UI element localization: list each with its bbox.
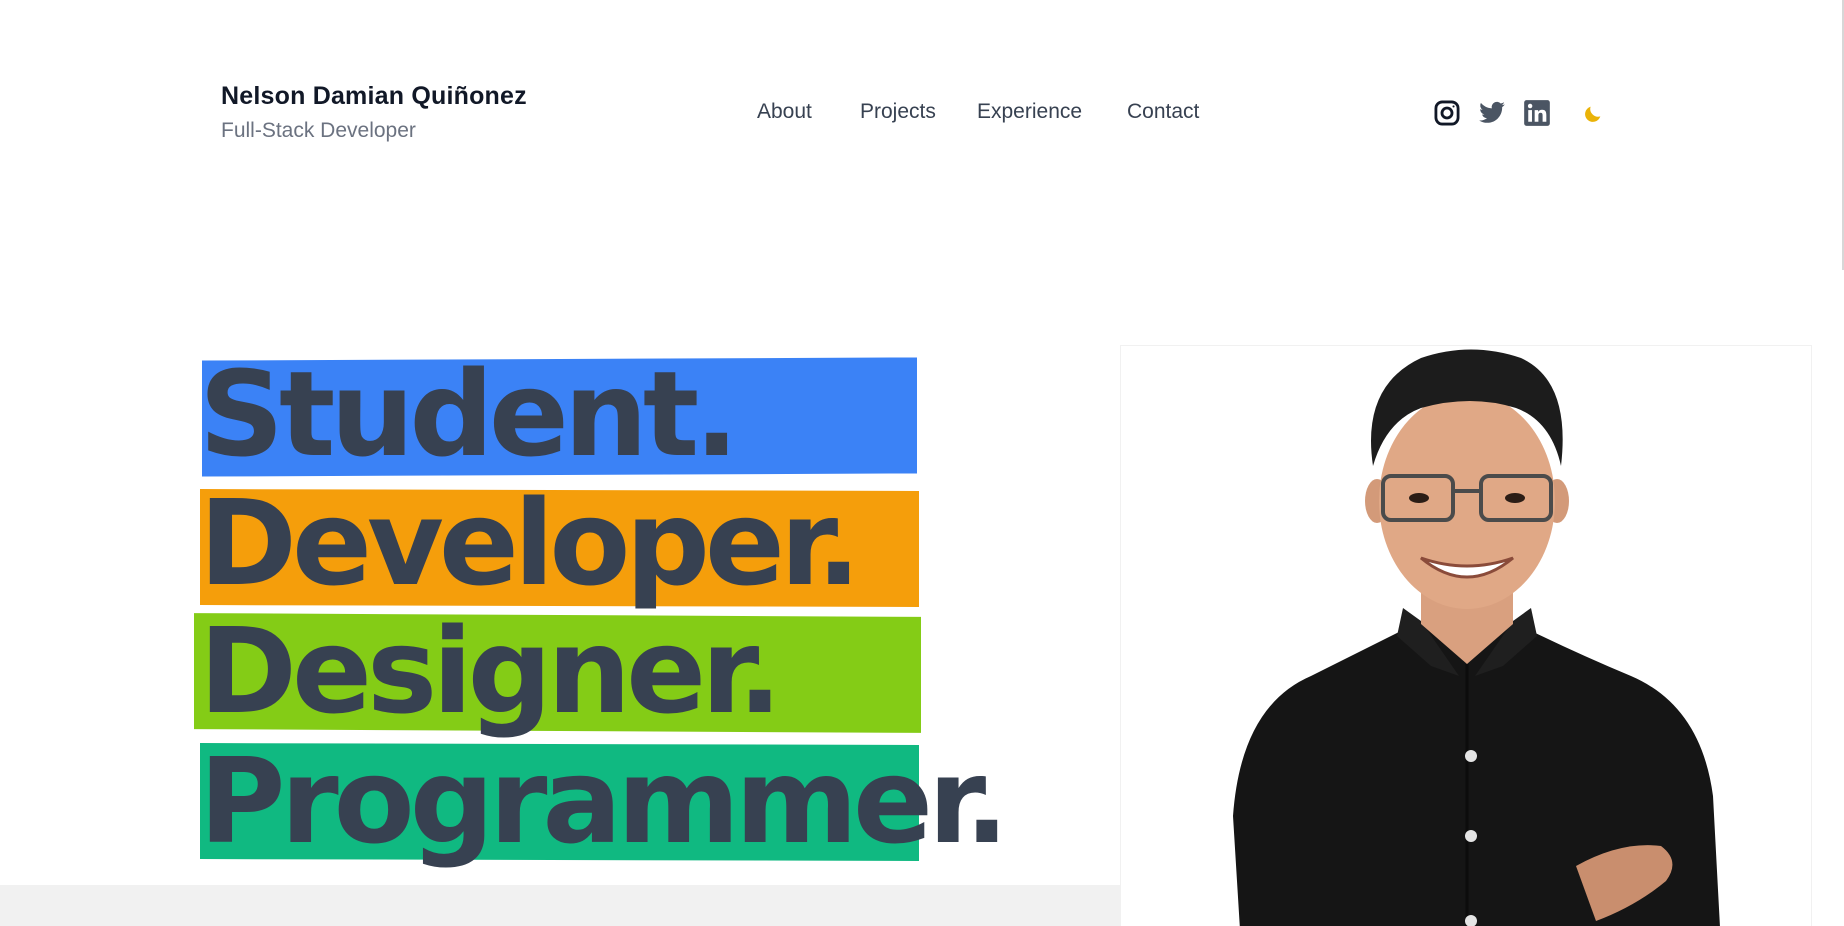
hero-word-text: Student. bbox=[199, 345, 739, 483]
hero-word-text: Programmer. bbox=[199, 732, 1009, 870]
section-divider bbox=[0, 885, 1120, 926]
hero-word-text: Developer. bbox=[199, 474, 861, 612]
portrait-photo bbox=[1120, 345, 1812, 926]
hero-word-text: Designer. bbox=[199, 602, 782, 740]
portfolio-page: Nelson Damian Quiñonez Full-Stack Develo… bbox=[0, 0, 1844, 926]
